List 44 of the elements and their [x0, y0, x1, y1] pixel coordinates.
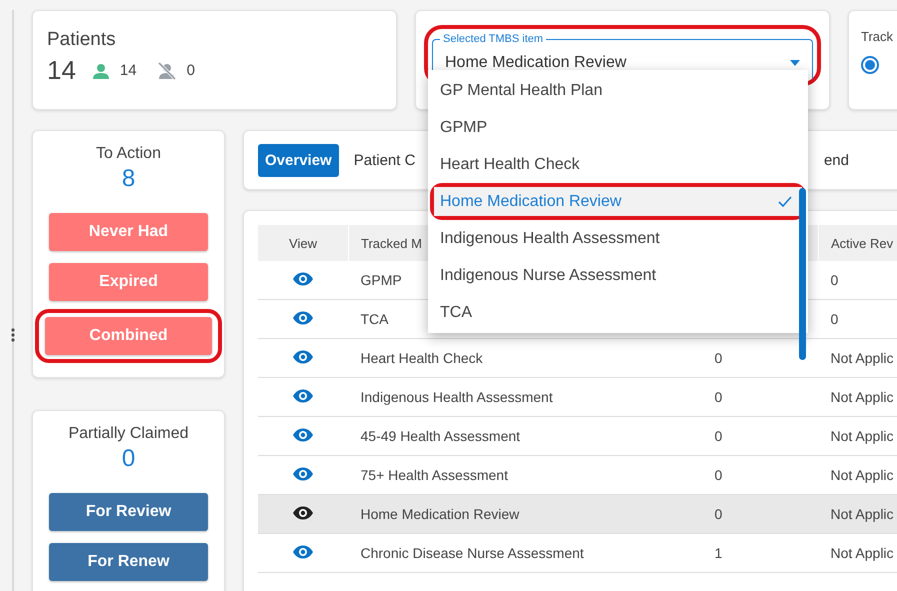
menu-item[interactable]: GPMP: [434, 113, 802, 142]
table-cell: 0: [702, 416, 818, 456]
count: 0: [122, 445, 136, 473]
count: 8: [122, 165, 136, 193]
menu-item[interactable]: Heart Health Check: [434, 150, 802, 179]
tab[interactable]: Overview: [258, 144, 339, 176]
table-cell: 0: [702, 378, 818, 416]
table-cell: Not Applic: [818, 416, 897, 456]
check-icon: [778, 196, 792, 207]
table-cell: 0: [818, 261, 897, 300]
table-cell: 45-49 Health Assessment: [348, 416, 702, 456]
table-cell: 0: [818, 300, 897, 338]
filter-button[interactable]: For Renew: [49, 543, 208, 581]
table-cell: Indigenous Health Assessment: [348, 378, 702, 416]
person-off-icon: [156, 62, 177, 80]
active-count: 14: [120, 62, 137, 79]
table-cell: 0: [702, 494, 818, 534]
table-cell: Home Medication Review: [348, 494, 702, 534]
menu-item[interactable]: Home Medication Review: [434, 187, 802, 216]
table-cell: Heart Health Check: [348, 338, 702, 378]
table-cell: Chronic Disease Nurse Assessment: [348, 534, 702, 572]
table-cell: 1: [702, 534, 818, 572]
table-cell: Not Applic: [818, 378, 897, 416]
menu-item[interactable]: GP Mental Health Plan: [434, 76, 802, 105]
table-cell: Not Applic: [818, 494, 897, 534]
scrollbar[interactable]: [799, 188, 806, 360]
table-cell: Not Applic: [818, 534, 897, 572]
card-title: Patients: [47, 29, 117, 51]
tracking-label: Track: [861, 29, 894, 44]
tab[interactable]: Patient C: [346, 144, 422, 176]
patient-total: 14: [47, 55, 76, 86]
filter-button[interactable]: For Review: [49, 493, 208, 531]
drag-handle-icon[interactable]: [11, 328, 15, 342]
person-icon: [92, 62, 110, 78]
inactive-count: 0: [186, 62, 195, 79]
card-title: To Action: [96, 145, 161, 163]
caret-icon: [790, 60, 800, 66]
view-icon[interactable]: [292, 506, 314, 520]
column-header: Active Rev: [818, 225, 897, 261]
column-header: View: [258, 225, 348, 261]
card-title: Partially Claimed: [68, 425, 189, 443]
table-cell: Not Applic: [818, 338, 897, 378]
tab[interactable]: end: [816, 144, 856, 176]
radio-button[interactable]: [861, 56, 879, 74]
